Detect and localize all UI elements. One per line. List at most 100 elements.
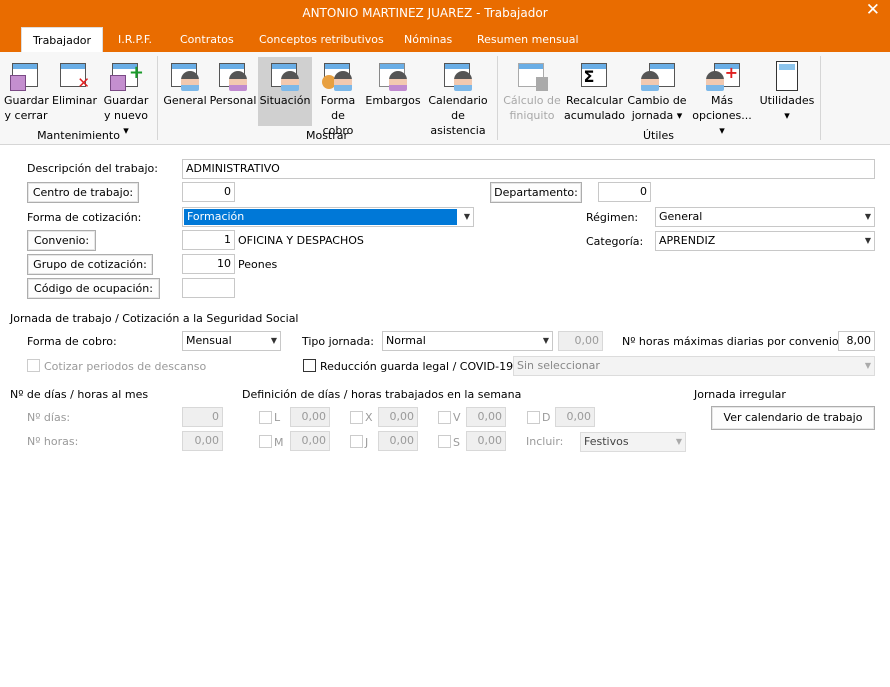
title-bar: ANTONIO MARTINEZ JUAREZ - Trabajador ✕ T… [0,0,890,52]
tab-conceptos-retributivos[interactable]: Conceptos retributivos [257,27,386,52]
day-s-checkbox [438,435,451,448]
day-x-label: X [365,411,373,424]
calculo-finiquito-button[interactable]: Cálculo de finiquito [503,57,561,126]
tipo-jornada-select[interactable]: Normal ▼ [382,331,553,351]
convenio-button[interactable]: Convenio: [27,230,96,251]
tab-contratos[interactable]: Contratos [178,27,236,52]
chevron-down-icon: ▼ [864,361,871,370]
convenio-input[interactable]: 1 [182,230,235,250]
tab-trabajador[interactable]: Trabajador [21,27,103,52]
guardar-y-cerrar-button[interactable]: Guardar y cerrar [4,57,49,126]
tab-resumen-mensual[interactable]: Resumen mensual [475,27,581,52]
grupo-text: Peones [238,258,278,271]
chevron-down-icon: ▼ [675,437,682,446]
day-d-checkbox [527,411,540,424]
cambio-jornada-button[interactable]: Cambio de jornada ▾ [627,57,687,126]
day-s-label: S [453,436,460,449]
horas-input: 0,00 [182,431,223,451]
group-mostrar: Mostrar [305,129,349,142]
regimen-label: Régimen: [586,211,639,224]
separator [497,56,498,140]
utilidades-button[interactable]: Utilidades ▾ [759,57,815,126]
tab-irpf[interactable]: I.R.P.F. [116,27,154,52]
semana-title: Definición de días / horas trabajados en… [242,388,522,401]
situacion-button[interactable]: Situación [258,57,312,126]
codigo-ocupacion-input[interactable] [182,278,235,298]
mas-opciones-button[interactable]: + Más opciones... ▾ [688,57,756,137]
personal-button[interactable]: Personal [209,57,257,126]
chevron-down-icon: ▼ [270,336,277,345]
recalcular-acumulado-button[interactable]: Σ Recalcular acumulado [563,57,626,126]
calculator-doc-icon [516,61,548,91]
guardar-y-nuevo-button[interactable]: + Guardar y nuevo ▾ [102,57,150,137]
descripcion-label: Descripción del trabajo: [27,162,158,175]
general-button[interactable]: General [163,57,207,126]
reduccion-select: Sin seleccionar ▼ [513,356,875,376]
day-d-label: D [542,411,551,424]
forma-cobro-select[interactable]: Mensual ▼ [182,331,281,351]
ver-calendario-button[interactable]: Ver calendario de trabajo [711,406,875,430]
separator [157,56,158,140]
day-j-input: 0,00 [378,431,418,451]
sigma-icon: Σ [579,61,611,91]
categoria-select[interactable]: APRENDIZ ▼ [655,231,875,251]
day-x-input: 0,00 [378,407,418,427]
cambio-jornada-icon [641,61,675,91]
day-s-input: 0,00 [466,431,506,451]
general-icon [169,61,201,91]
dias-input: 0 [182,407,223,427]
centro-trabajo-input[interactable]: 0 [182,182,235,202]
close-icon[interactable]: ✕ [866,0,880,20]
chevron-down-icon: ▼ [864,212,871,221]
day-l-input: 0,00 [290,407,330,427]
reduccion-checkbox[interactable] [303,359,316,372]
convenio-text: OFICINA Y DESPACHOS [238,234,364,247]
tipo-jornada-label: Tipo jornada: [302,335,374,348]
money-icon [322,61,354,91]
personal-icon [217,61,249,91]
situacion-icon [269,61,301,91]
day-v-label: V [453,411,461,424]
eliminar-button[interactable]: ✕ Eliminar [52,57,97,126]
departamento-input[interactable]: 0 [598,182,651,202]
cotizar-descanso-label: Cotizar periodos de descanso [44,360,207,373]
save-close-icon [10,61,42,91]
embargos-button[interactable]: Embargos [365,57,421,126]
day-j-checkbox [350,435,363,448]
chevron-down-icon: ▼ [463,212,470,221]
day-m-input: 0,00 [290,431,330,451]
forma-cotizacion-select[interactable]: Formación ▼ [182,207,474,227]
mes-title: Nº de días / horas al mes [10,388,149,401]
grupo-cotizacion-button[interactable]: Grupo de cotización: [27,254,153,275]
group-utiles: Útiles [643,129,674,142]
calendario-asistencia-button[interactable]: Calendario de asistencia [423,57,493,137]
jornada-section-title: Jornada de trabajo / Cotización a la Seg… [10,312,299,325]
day-m-checkbox [259,435,272,448]
day-v-checkbox [438,411,451,424]
forma-de-cobro-button[interactable]: Forma de cobro [315,57,361,137]
chevron-down-icon: ▼ [542,336,549,345]
horas-max-input[interactable]: 8,00 [838,331,875,351]
dias-label: Nº días: [27,411,71,424]
day-d-input: 0,00 [555,407,595,427]
forma-cotizacion-label: Forma de cotización: [27,211,142,224]
day-x-checkbox [350,411,363,424]
jornada-irregular-title: Jornada irregular [694,388,786,401]
regimen-select[interactable]: General ▼ [655,207,875,227]
tab-nominas[interactable]: Nóminas [402,27,454,52]
mas-opciones-icon: + [706,61,740,91]
calculator-icon [771,61,803,91]
calendar-icon [442,61,474,91]
codigo-ocupacion-button[interactable]: Código de ocupación: [27,278,160,299]
day-j-label: J [365,436,369,449]
incluir-label: Incluir: [526,435,564,448]
horas-label: Nº horas: [27,435,79,448]
descripcion-input[interactable]: ADMINISTRATIVO [182,159,875,179]
day-l-checkbox [259,411,272,424]
day-v-input: 0,00 [466,407,506,427]
grupo-cotizacion-input[interactable]: 10 [182,254,235,274]
centro-trabajo-button[interactable]: Centro de trabajo: [27,182,139,203]
cotizar-descanso-checkbox [27,359,40,372]
departamento-button[interactable]: Departamento: [490,182,582,203]
incluir-select: Festivos ▼ [580,432,686,452]
